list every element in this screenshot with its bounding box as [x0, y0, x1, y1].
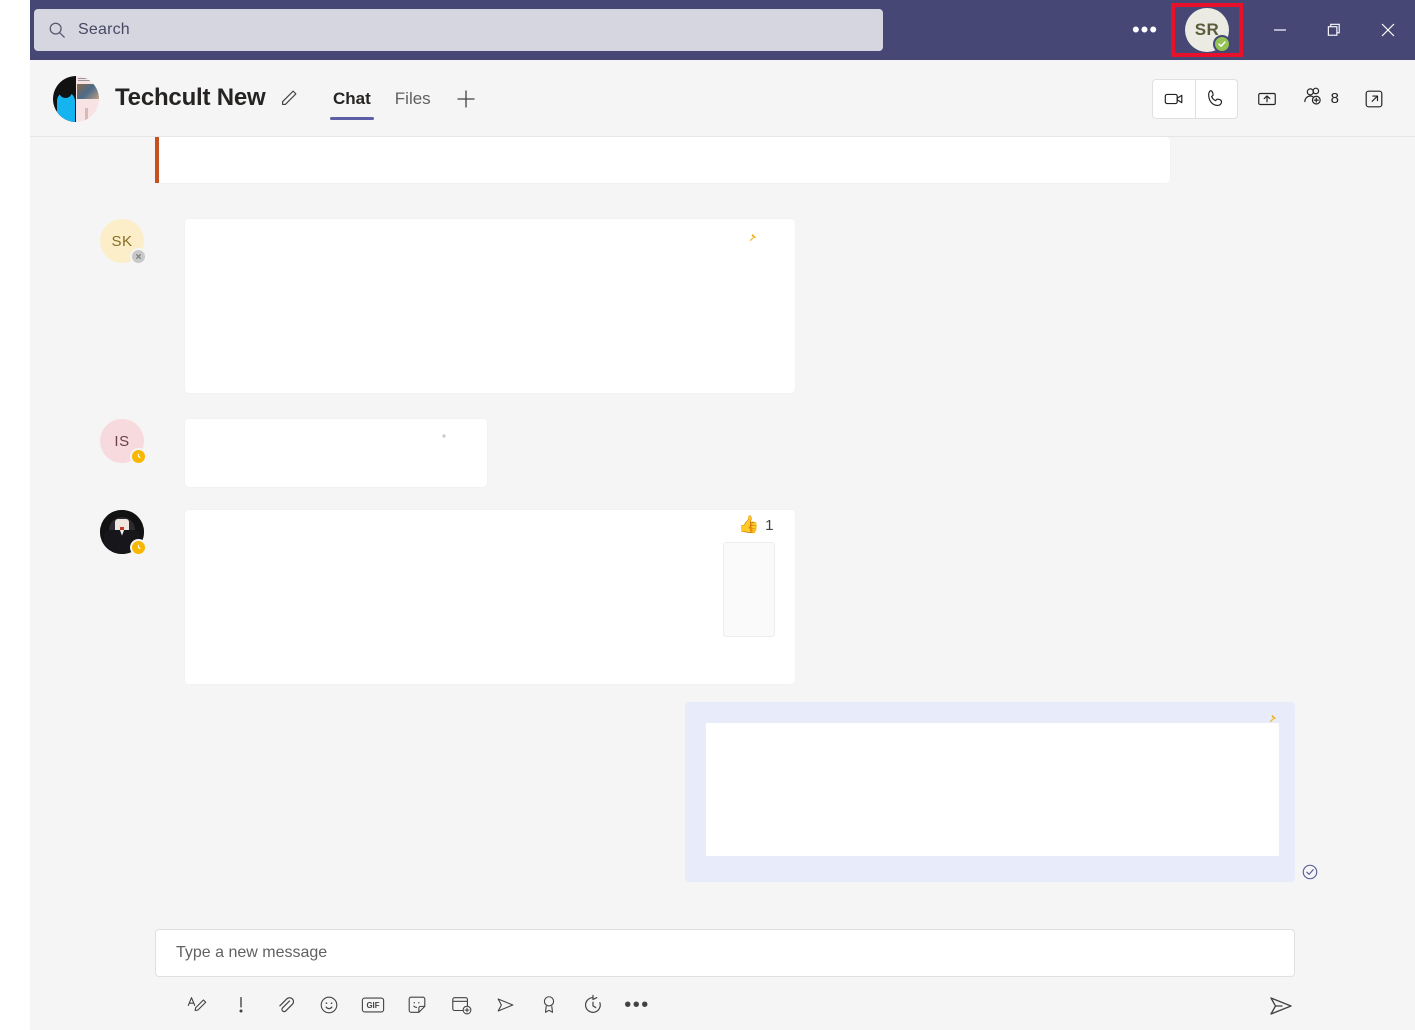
- pin-marker-icon-is: [440, 427, 449, 438]
- call-button-group: [1151, 78, 1238, 119]
- format-icon[interactable]: [185, 993, 209, 1017]
- avatar-is[interactable]: IS: [100, 419, 147, 465]
- thumbs-up-icon: 👍: [738, 515, 760, 534]
- presence-offline-badge-sk: [130, 248, 147, 265]
- compose-area: Type a new message GIF •••: [30, 913, 1415, 1030]
- titlebar-overflow-button[interactable]: •••: [1127, 12, 1163, 48]
- message-input[interactable]: Type a new message: [155, 929, 1295, 977]
- message-row-photo-user[interactable]: [100, 510, 795, 684]
- channel-tabs: Chat Files: [324, 60, 486, 137]
- tab-chat[interactable]: Chat: [324, 60, 380, 137]
- sticker-icon[interactable]: [405, 993, 429, 1017]
- avatar-photo-user[interactable]: [100, 510, 147, 556]
- message-input-placeholder: Type a new message: [176, 944, 328, 961]
- important-icon[interactable]: [229, 993, 253, 1017]
- open-in-new-icon[interactable]: [1355, 80, 1393, 118]
- team-avatar: [53, 76, 99, 122]
- presence-away-badge-photo: [130, 539, 147, 556]
- message-bubble-outgoing[interactable]: [685, 702, 1295, 882]
- send-button[interactable]: [1267, 993, 1295, 1019]
- search-icon: [48, 21, 66, 39]
- presence-available-badge: [1213, 35, 1231, 53]
- reaction-thumbs-up[interactable]: 👍 1: [738, 515, 774, 535]
- praise-icon[interactable]: [537, 993, 561, 1017]
- pencil-icon[interactable]: [278, 87, 300, 109]
- emoji-icon[interactable]: [317, 993, 341, 1017]
- person-head-shape: [59, 85, 72, 98]
- message-row-is[interactable]: IS: [100, 419, 487, 487]
- avatar-sk[interactable]: SK: [100, 219, 147, 265]
- avatar-initials-is: IS: [114, 432, 130, 450]
- team-avatar-left-half: [53, 76, 76, 122]
- giphy-icon[interactable]: GIF: [361, 993, 385, 1017]
- meet-now-icon[interactable]: [449, 993, 473, 1017]
- thumbnail-decoration: [77, 84, 99, 99]
- presence-away-badge-is: [130, 448, 147, 465]
- attachment-placeholder-card[interactable]: [723, 542, 775, 637]
- minimize-button[interactable]: [1253, 0, 1307, 60]
- svg-text:GIF: GIF: [366, 1001, 379, 1010]
- maximize-restore-button[interactable]: [1307, 0, 1361, 60]
- outgoing-message-content: [706, 723, 1279, 856]
- search-input[interactable]: Search: [34, 9, 883, 51]
- phone-icon[interactable]: [1194, 79, 1237, 118]
- message-list[interactable]: SK IS 👍 1: [30, 137, 1415, 913]
- close-button[interactable]: [1361, 0, 1415, 60]
- message-bubble-is[interactable]: [185, 419, 487, 487]
- bar-decoration: [85, 108, 88, 120]
- title-bar: Search ••• SR: [30, 0, 1415, 60]
- team-avatar-right-half: [76, 76, 99, 122]
- teams-window: Search ••• SR Techcult New Chat Files 8 …: [0, 0, 1415, 1030]
- schedule-send-icon[interactable]: [581, 993, 605, 1017]
- channel-header: Techcult New Chat Files 8: [30, 60, 1415, 137]
- search-placeholder: Search: [78, 21, 130, 38]
- text-lines-decoration: [78, 78, 98, 82]
- add-tab-button[interactable]: [446, 60, 486, 137]
- app-rail-sliver: [0, 0, 30, 1030]
- message-row-important[interactable]: [155, 137, 1170, 183]
- video-camera-icon[interactable]: [1153, 80, 1195, 118]
- reaction-count: 1: [765, 516, 774, 534]
- message-bubble-important[interactable]: [155, 137, 1170, 183]
- add-people-button[interactable]: 8: [1296, 80, 1345, 118]
- message-row-sk[interactable]: SK: [100, 219, 795, 393]
- more-options-icon[interactable]: •••: [624, 993, 649, 1017]
- read-check-icon: [1301, 863, 1319, 881]
- user-avatar-highlight-box[interactable]: SR: [1171, 3, 1243, 57]
- add-person-icon: [1302, 85, 1326, 112]
- pin-marker-icon: [748, 229, 757, 242]
- tab-files[interactable]: Files: [386, 60, 440, 137]
- avatar-initials-sk: SK: [111, 232, 133, 250]
- avatar[interactable]: SR: [1185, 8, 1231, 53]
- attach-icon[interactable]: [273, 993, 297, 1017]
- message-bubble-photo-user[interactable]: [185, 510, 795, 684]
- header-actions: 8: [1151, 60, 1393, 137]
- message-bubble-sk[interactable]: [185, 219, 795, 393]
- share-upload-icon[interactable]: [1248, 80, 1286, 118]
- page-title: Techcult New: [115, 84, 266, 111]
- compose-toolbar: GIF •••: [185, 993, 649, 1017]
- pin-marker-icon-outgoing: [1268, 710, 1277, 723]
- stream-icon[interactable]: [493, 993, 517, 1017]
- channel-title-group: Techcult New: [115, 84, 300, 112]
- titlebar-right-cluster: ••• SR: [1127, 0, 1415, 60]
- member-count: 8: [1330, 90, 1339, 107]
